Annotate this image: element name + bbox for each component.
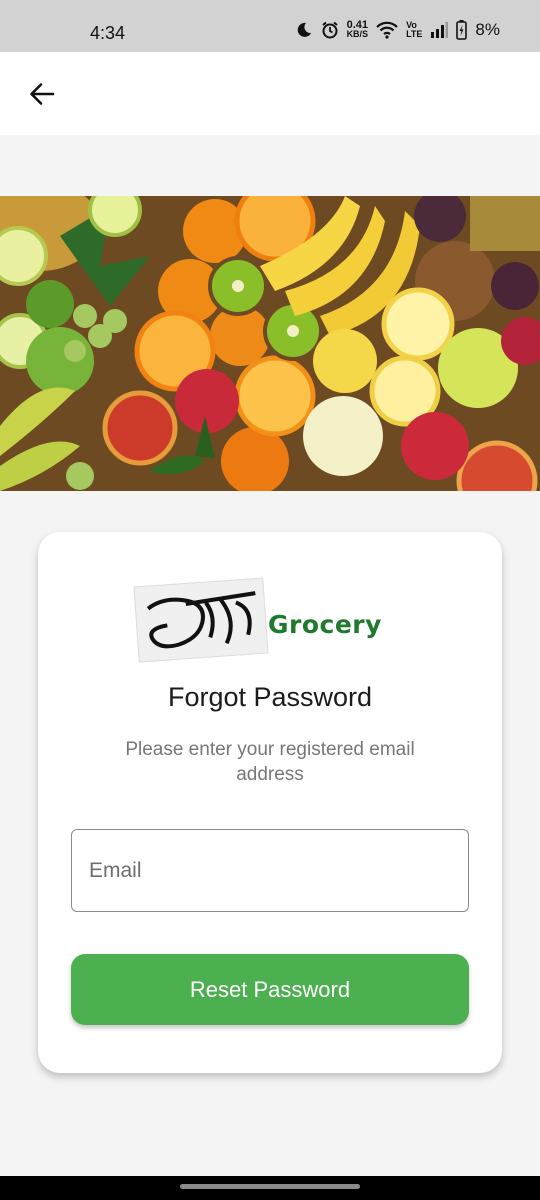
- back-button[interactable]: [22, 74, 62, 114]
- network-speed: 0.41 KB/S: [346, 20, 369, 39]
- network-speed-unit: KB/S: [346, 29, 369, 39]
- battery-percent: 8%: [475, 20, 500, 39]
- logo-grocery-text: Grocery: [268, 610, 382, 639]
- volte-bottom: LTE: [406, 29, 423, 39]
- volte-indicator: Vo LTE: [406, 21, 422, 39]
- fruit-illustration: [0, 196, 540, 491]
- system-navigation-bar: [0, 1176, 540, 1200]
- fruit-banner-image: [0, 196, 540, 491]
- alarm-icon: [321, 21, 338, 39]
- page-title: Forgot Password: [167, 682, 373, 712]
- logo-script-stamp: [133, 577, 269, 663]
- status-bar: 4:34 0.41 KB/S Vo LTE 8%: [0, 0, 540, 52]
- wifi-icon: [376, 21, 398, 39]
- do-not-disturb-moon-icon: [297, 22, 311, 37]
- logo-script-image: [146, 591, 256, 649]
- brand-logo: Grocery: [133, 577, 388, 663]
- app-bar: [0, 52, 540, 135]
- home-indicator[interactable]: [180, 1184, 360, 1189]
- status-time: 4:34: [90, 23, 126, 43]
- page-subtitle: Please enter your registered email addre…: [125, 739, 415, 785]
- battery-charging-icon: [456, 20, 468, 40]
- reset-password-button[interactable]: Reset Password: [71, 954, 469, 1025]
- signal-strength-icon: [431, 22, 449, 38]
- email-field[interactable]: [71, 829, 469, 912]
- arrow-left-icon: [30, 83, 55, 105]
- forgot-password-card: Grocery Forgot Password Please enter you…: [38, 532, 502, 1073]
- status-icons: 0.41 KB/S Vo LTE 8%: [295, 20, 500, 40]
